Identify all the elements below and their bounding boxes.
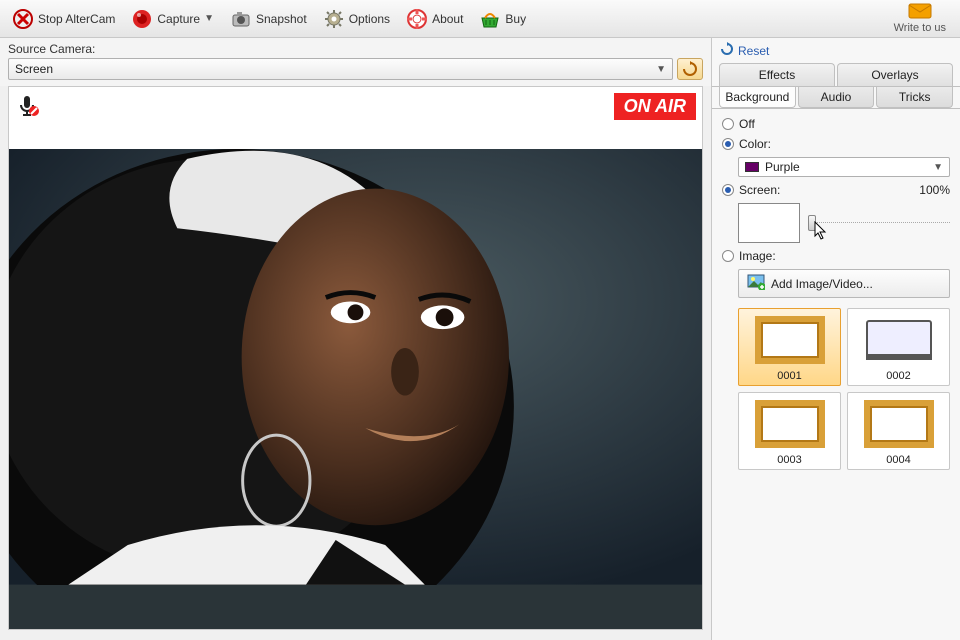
thumb-label: 0001: [777, 368, 801, 382]
about-label: About: [432, 12, 463, 26]
tab-overlays[interactable]: Overlays: [837, 63, 953, 86]
bg-off-label: Off: [739, 117, 755, 131]
tab-background[interactable]: Background: [719, 87, 796, 108]
write-to-us-label: Write to us: [894, 22, 946, 34]
capture-label: Capture: [157, 12, 200, 26]
radio-icon: [722, 184, 734, 196]
options-button[interactable]: Options: [315, 4, 398, 34]
color-swatch: [745, 162, 759, 172]
about-button[interactable]: About: [398, 4, 471, 34]
bg-image-radio[interactable]: Image:: [722, 249, 950, 263]
write-to-us-button[interactable]: Write to us: [884, 1, 956, 36]
source-camera-select[interactable]: Screen ▼: [8, 58, 673, 80]
capture-button[interactable]: Capture ▼: [123, 4, 222, 34]
video-preview: ON AIR: [8, 86, 703, 630]
mail-icon: [908, 3, 932, 22]
frame-icon: [751, 312, 829, 368]
chevron-down-icon: ▼: [204, 13, 214, 24]
buy-button[interactable]: Buy: [471, 4, 534, 34]
bg-image-thumb[interactable]: 0004: [847, 392, 950, 470]
video-frame: [9, 149, 702, 629]
chevron-down-icon: ▼: [656, 64, 666, 75]
picture-add-icon: [747, 274, 765, 293]
radio-icon: [722, 118, 734, 130]
tab-tricks[interactable]: Tricks: [876, 87, 953, 108]
add-image-label: Add Image/Video...: [771, 277, 873, 291]
frame-icon: [860, 396, 938, 452]
camera-icon: [230, 8, 252, 30]
on-air-badge: ON AIR: [614, 93, 696, 120]
thumb-label: 0003: [777, 452, 801, 466]
bg-color-radio[interactable]: Color:: [722, 137, 950, 151]
record-icon: [131, 8, 153, 30]
snapshot-label: Snapshot: [256, 12, 307, 26]
snapshot-button[interactable]: Snapshot: [222, 4, 315, 34]
bg-image-thumb[interactable]: 0002: [847, 308, 950, 386]
reset-label: Reset: [738, 44, 769, 58]
frame-icon: [751, 396, 829, 452]
add-image-button[interactable]: Add Image/Video...: [738, 269, 950, 298]
bg-color-select[interactable]: Purple ▼: [738, 157, 950, 177]
radio-icon: [722, 250, 734, 262]
source-camera-value: Screen: [15, 62, 53, 76]
tab-audio[interactable]: Audio: [798, 87, 875, 108]
cursor-icon: [814, 221, 828, 241]
stop-icon: [12, 8, 34, 30]
stop-label: Stop AlterCam: [38, 12, 115, 26]
basket-icon: [479, 8, 501, 30]
gear-icon: [323, 8, 345, 30]
opacity-slider[interactable]: [808, 213, 950, 233]
stop-button[interactable]: Stop AlterCam: [4, 4, 123, 34]
chevron-down-icon: ▼: [933, 162, 943, 173]
bg-screen-radio[interactable]: Screen: 100%: [722, 183, 950, 197]
lifebuoy-icon: [406, 8, 428, 30]
laptop-icon: [860, 312, 938, 368]
reset-button[interactable]: Reset: [712, 38, 960, 63]
bg-screen-label: Screen:: [739, 183, 780, 197]
bg-screen-pct: 100%: [919, 183, 950, 197]
tab-effects[interactable]: Effects: [719, 63, 835, 86]
bg-image-thumb[interactable]: 0001: [738, 308, 841, 386]
bg-color-label: Color:: [739, 137, 771, 151]
main-toolbar: Stop AlterCam Capture ▼ Snapshot Options…: [0, 0, 960, 38]
bg-color-name: Purple: [765, 160, 927, 174]
bg-image-label: Image:: [739, 249, 776, 263]
options-label: Options: [349, 12, 390, 26]
image-thumbnails-grid: 0001 0002 0003 0004: [738, 308, 950, 470]
thumb-label: 0002: [886, 368, 910, 382]
refresh-icon: [682, 61, 698, 77]
refresh-sources-button[interactable]: [677, 58, 703, 80]
bg-off-radio[interactable]: Off: [722, 117, 950, 131]
radio-icon: [722, 138, 734, 150]
source-camera-label: Source Camera:: [0, 38, 711, 58]
buy-label: Buy: [505, 12, 526, 26]
reset-icon: [720, 42, 734, 59]
screen-thumbnail[interactable]: [738, 203, 800, 243]
mic-muted-icon[interactable]: [15, 93, 41, 122]
bg-image-thumb[interactable]: 0003: [738, 392, 841, 470]
thumb-label: 0004: [886, 452, 910, 466]
